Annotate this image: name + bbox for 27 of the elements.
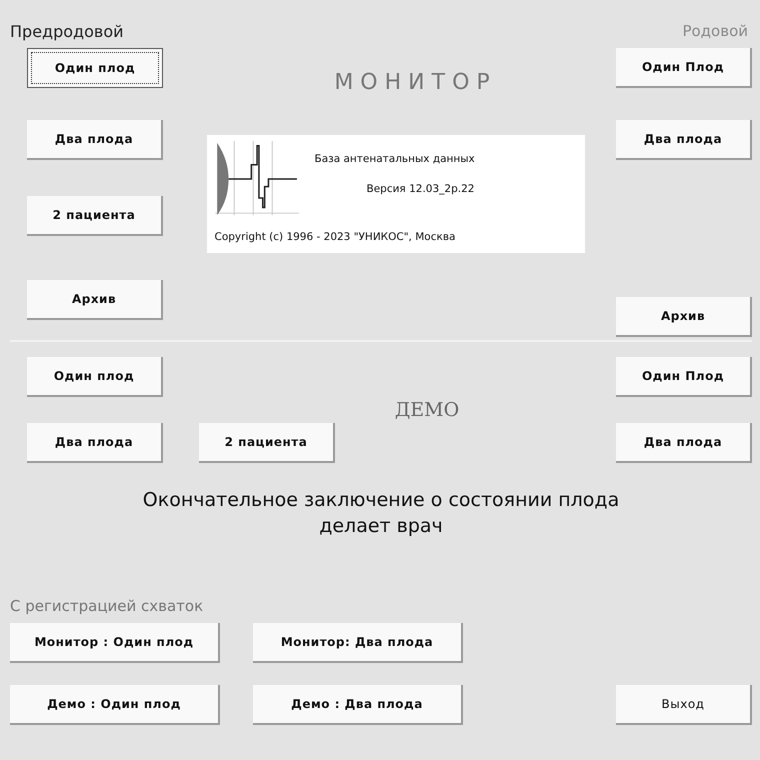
option-button[interactable]: Два плода <box>27 423 163 463</box>
option-button[interactable]: 2 пациента <box>199 423 335 463</box>
option-button[interactable]: Один плод <box>27 48 163 88</box>
option-button[interactable]: Архив <box>27 280 163 320</box>
waveform-icon <box>214 141 300 217</box>
mode-button[interactable]: Монитор: Два плода <box>253 623 463 663</box>
section-heading: ДЕМО <box>394 398 460 423</box>
option-button[interactable]: Один Плод <box>616 357 752 397</box>
exit-button[interactable]: Выход <box>616 685 752 725</box>
option-button[interactable]: Один Плод <box>616 48 752 88</box>
option-button[interactable]: Два плода <box>616 120 752 160</box>
option-button[interactable]: Архив <box>616 297 752 337</box>
option-button[interactable]: 2 пациента <box>27 196 163 236</box>
option-button[interactable]: Два плода <box>27 120 163 160</box>
version-text: Версия 12.03_2р.22 <box>366 183 475 195</box>
option-button[interactable]: Один плод <box>27 357 163 397</box>
section-title: Родовой <box>682 22 748 40</box>
section-heading: МОНИТОР <box>334 70 497 95</box>
mode-button[interactable]: Демо : Два плода <box>253 685 463 725</box>
notice-text: Окончательное заключение о состоянии плода делает врач <box>142 488 620 539</box>
section-title: С регистрацией схваток <box>10 597 204 615</box>
mode-button[interactable]: Монитор : Один плод <box>10 623 220 663</box>
copyright-text: Copyright (c) 1996 - 2023 "УНИКОС", Москва <box>214 231 456 243</box>
section-title: Предродовой <box>10 22 124 41</box>
product-name: База антенатальных данных <box>314 153 475 165</box>
mode-button[interactable]: Демо : Один плод <box>10 685 220 725</box>
option-button[interactable]: Два плода <box>616 423 752 463</box>
